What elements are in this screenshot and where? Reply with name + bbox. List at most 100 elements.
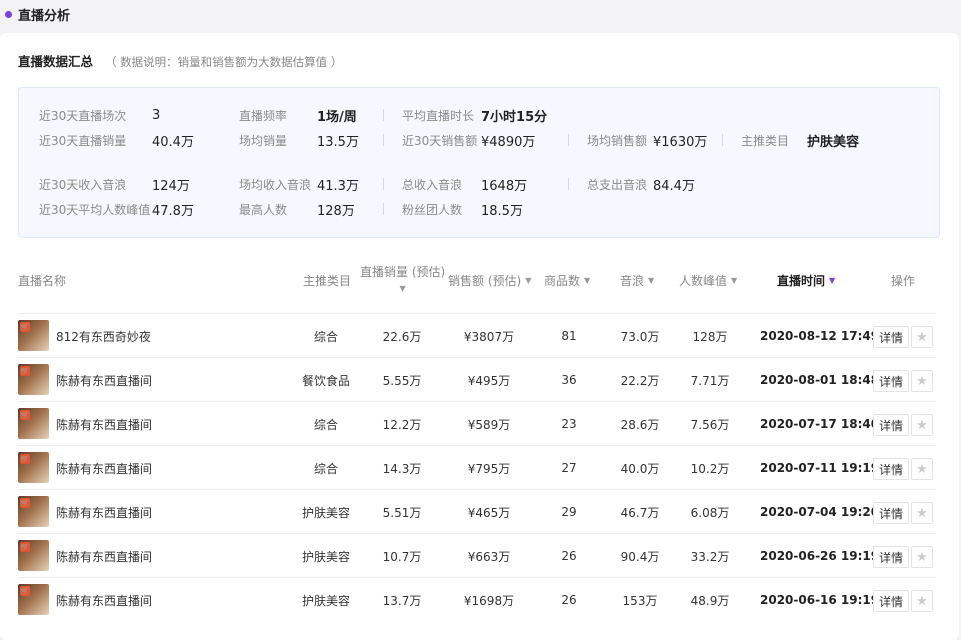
table-header: 直播名称 主推类目 直播销量 (预估) ▼ 销售额 (预估) ▼ 商品数 ▼ 音… [0,257,959,313]
live-name[interactable]: 陈赫有东西直播间 [56,446,152,490]
sales: 5.51万 [382,505,422,520]
stat-income-yinlang-30d: 近30天收入音浪 124万 [39,175,190,194]
category: 护肤美容 [301,593,350,608]
header-sales-sortable[interactable]: 直播销量 (预估) ▼ [360,263,445,293]
shopping-cart-icon: 🛒 [20,498,30,508]
live-name[interactable]: 陈赫有东西直播间 [56,578,152,622]
favorite-star-icon[interactable]: ★ [911,502,933,524]
peak-viewers: 6.08万 [690,505,730,520]
revenue: ¥795万 [467,461,511,476]
stat-value: 13.5万 [317,134,359,150]
shopping-cart-icon: 🛒 [20,542,30,552]
stat-value: ¥4890万 [481,134,536,150]
stat-label: 最高人数 [239,202,288,217]
yinlang: 73.0万 [620,329,660,344]
table-row[interactable]: 🛒 陈赫有东西直播间 护肤美容 5.51万 ¥465万 29 46.7万 6.08万 2020-… [18,489,936,533]
peak-viewers: 7.56万 [690,417,730,432]
header-action: 操作 [891,274,916,288]
header-products-sortable[interactable]: 商品数 ▼ [544,272,590,289]
detail-button[interactable]: 详情 [873,326,909,348]
detail-button[interactable]: 详情 [873,458,909,480]
shopping-cart-icon: 🛒 [20,454,30,464]
live-time: 2020-08-12 17:49 [760,329,880,343]
section-dot-icon [5,10,12,18]
header-revenue-sortable[interactable]: 销售额 (预估) ▼ [448,272,531,289]
stat-label: 近30天收入音浪 [39,177,127,192]
category: 综合 [313,329,338,344]
stat-max-viewers: 最高人数 128万 [239,200,355,219]
stat-value: 7小时15分 [481,109,548,125]
detail-button[interactable]: 详情 [873,502,909,524]
table-row[interactable]: 🛒 陈赫有东西直播间 餐饮食品 5.55万 ¥495万 36 22.2万 7.71万 2020-… [18,357,936,401]
header-time-sortable[interactable]: 直播时间 ▼ [777,272,835,289]
stat-value: 1场/周 [317,109,357,125]
shopping-cart-icon: 🛒 [20,586,30,596]
revenue: ¥3807万 [463,329,515,344]
favorite-star-icon[interactable]: ★ [911,458,933,480]
streamer-avatar: 🛒 [18,540,49,571]
live-name[interactable]: 812有东西奇妙夜 [56,314,151,358]
stat-main-category: 主推类目 护肤美容 [741,131,859,150]
table-row[interactable]: 🛒 陈赫有东西直播间 护肤美容 10.7万 ¥663万 26 90.4万 33.2万 2020-… [18,533,936,577]
live-time: 2020-06-16 19:19 [760,593,880,607]
peak-viewers: 128万 [692,329,728,344]
product-count: 27 [561,461,577,475]
stat-fan-club-count: 粉丝团人数 18.5万 [402,200,523,219]
table-row[interactable]: 🛒 陈赫有东西直播间 综合 12.2万 ¥589万 23 28.6万 7.56万 2020-07… [18,401,936,445]
category: 餐饮食品 [301,373,350,388]
favorite-star-icon[interactable]: ★ [911,370,933,392]
revenue: ¥589万 [467,417,511,432]
product-count: 81 [561,329,577,343]
live-name[interactable]: 陈赫有东西直播间 [56,358,152,402]
summary-title: 直播数据汇总 [18,54,94,69]
detail-button[interactable]: 详情 [873,546,909,568]
section-title: 直播分析 [18,8,71,24]
stat-label: 场均销售额 [587,133,648,148]
streamer-avatar: 🛒 [18,320,49,351]
stat-value: 84.4万 [653,178,695,194]
table-row[interactable]: 🛒 陈赫有东西直播间 护肤美容 13.7万 ¥1698万 26 153万 48.9万 2020-… [18,577,936,621]
favorite-star-icon[interactable]: ★ [911,414,933,436]
revenue: ¥465万 [467,505,511,520]
stat-avg-peak-viewers-30d: 近30天平均人数峰值 47.8万 [39,200,194,219]
stat-revenue-30d: 近30天销售额 ¥4890万 [402,131,535,150]
sales: 14.3万 [382,461,422,476]
header-yinlang-sortable[interactable]: 音浪 ▼ [620,272,654,289]
sort-caret-icon: ▼ [399,284,406,293]
sort-caret-icon: ▼ [731,276,738,285]
stat-sales-30d: 近30天直播销量 40.4万 [39,131,194,150]
stat-live-count-30d: 近30天直播场次 3 [39,106,160,124]
stat-value: 18.5万 [481,203,523,219]
favorite-star-icon[interactable]: ★ [911,326,933,348]
header-yinlang-label: 音浪 [620,274,645,288]
category: 综合 [313,461,338,476]
header-name: 直播名称 [18,274,67,288]
live-name[interactable]: 陈赫有东西直播间 [56,402,152,446]
header-peak-sortable[interactable]: 人数峰值 ▼ [679,272,737,289]
stat-value: 47.8万 [152,203,194,219]
stat-live-frequency: 直播频率 1场/周 [239,106,357,125]
divider [383,109,384,121]
detail-button[interactable]: 详情 [873,370,909,392]
product-count: 26 [561,549,577,563]
sort-caret-icon: ▼ [648,276,655,285]
stat-avg-revenue: 场均销售额 ¥1630万 [587,131,707,150]
favorite-star-icon[interactable]: ★ [911,590,933,612]
divider [568,178,569,190]
stat-avg-sales: 场均销量 13.5万 [239,131,359,150]
shopping-cart-icon: 🛒 [20,366,30,376]
yinlang: 90.4万 [620,549,660,564]
detail-button[interactable]: 详情 [873,414,909,436]
favorite-star-icon[interactable]: ★ [911,546,933,568]
header-products-label: 商品数 [544,274,581,288]
detail-button[interactable]: 详情 [873,590,909,612]
sort-caret-icon: ▼ [525,276,532,285]
table-row[interactable]: 🛒 812有东西奇妙夜 综合 22.6万 ¥3807万 81 73.0万 128万 2020-0… [18,313,936,357]
stat-value: 3 [152,107,161,123]
table-row[interactable]: 🛒 陈赫有东西直播间 综合 14.3万 ¥795万 27 40.0万 10.2万 2020-07… [18,445,936,489]
live-name[interactable]: 陈赫有东西直播间 [56,534,152,578]
sort-caret-active-icon: ▼ [829,276,836,285]
live-name[interactable]: 陈赫有东西直播间 [56,490,152,534]
stat-avg-duration: 平均直播时长 7小时15分 [402,106,547,125]
live-time: 2020-07-17 18:40 [760,417,880,431]
